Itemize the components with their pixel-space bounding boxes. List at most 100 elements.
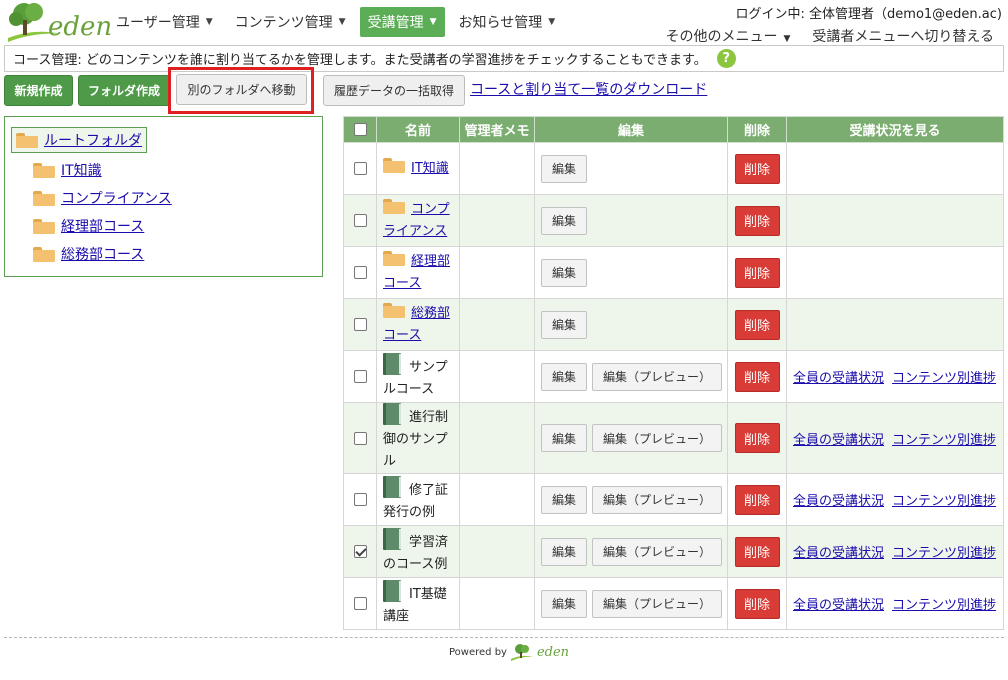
delete-button[interactable]: 削除 [734, 361, 780, 392]
per-content-progress-link[interactable]: コンテンツ別進捗 [892, 494, 996, 509]
memo-cell [459, 142, 535, 195]
memo-cell [459, 246, 535, 299]
delete-button[interactable]: 削除 [734, 536, 780, 567]
footer: Powered by eden [449, 640, 569, 664]
edit-preview-button[interactable]: 編集（プレビュー） [592, 589, 722, 618]
all-status-link[interactable]: 全員の受講状況 [793, 546, 884, 561]
table-row: 総務部コース 編集 削除 [343, 298, 1004, 351]
row-checkbox[interactable] [353, 493, 367, 506]
tree-item-label[interactable]: 経理部コース [61, 216, 144, 236]
edit-button[interactable]: 編集 [541, 310, 587, 339]
per-content-progress-link[interactable]: コンテンツ別進捗 [892, 371, 996, 386]
bulk-history-button[interactable]: 履歴データの一括取得 [323, 75, 465, 106]
edit-cell: 編集 [534, 298, 728, 351]
row-checkbox[interactable] [353, 266, 367, 279]
delete-button[interactable]: 削除 [734, 588, 780, 619]
row-checkbox[interactable] [353, 597, 367, 610]
edit-preview-button[interactable]: 編集（プレビュー） [592, 362, 722, 391]
item-name[interactable]: 総務部 [411, 306, 450, 321]
select-all-checkbox[interactable] [353, 123, 367, 136]
powered-by-text: Powered by [449, 646, 507, 658]
delete-cell: 削除 [727, 402, 787, 474]
row-checkbox[interactable] [353, 214, 367, 227]
status-cell: 全員の受講状況 コンテンツ別進捗 [786, 525, 1004, 578]
edit-preview-button[interactable]: 編集（プレビュー） [592, 537, 722, 566]
all-status-link[interactable]: 全員の受講状況 [793, 433, 884, 448]
nav-content-management[interactable]: コンテンツ管理 ▼ [227, 7, 354, 37]
edit-button[interactable]: 編集 [541, 485, 587, 514]
download-assignments-link[interactable]: コースと割り当て一覧のダウンロード [470, 79, 707, 99]
table-row: サンプ ルコース 編集 編集（プレビュー） 削除 全員の受講状況 コンテンツ別進捗 [343, 350, 1004, 403]
all-status-link[interactable]: 全員の受講状況 [793, 371, 884, 386]
all-status-link[interactable]: 全員の受講状況 [793, 494, 884, 509]
eden-logo[interactable]: eden [4, 2, 112, 42]
memo-header: 管理者メモ [459, 116, 535, 143]
main-nav: ユーザー管理 ▼ コンテンツ管理 ▼ 受講管理 ▼ お知らせ管理 ▼ [108, 7, 569, 37]
item-name[interactable]: ライアンス [383, 224, 447, 239]
delete-button[interactable]: 削除 [734, 423, 780, 453]
nav-course-management[interactable]: 受講管理 ▼ [359, 7, 445, 37]
tree-item[interactable]: IT知識 [33, 159, 102, 181]
new-button[interactable]: 新規作成 [4, 75, 73, 106]
item-name[interactable]: コース [383, 276, 421, 291]
row-checkbox[interactable] [353, 162, 367, 175]
tree-item[interactable]: コンプライアンス [33, 187, 172, 209]
edit-preview-button[interactable]: 編集（プレビュー） [592, 485, 722, 514]
tree-root-label[interactable]: ルートフォルダ [44, 130, 142, 150]
tree-item-label[interactable]: 総務部コース [61, 244, 144, 264]
all-status-link[interactable]: 全員の受講状況 [793, 598, 884, 613]
item-name[interactable]: IT知識 [411, 161, 449, 176]
info-text: コース管理: どのコンテンツを誰に割り当てるかを管理します。また受講者の学習進捗… [13, 53, 707, 68]
switch-to-learner-menu[interactable]: 受講者メニューへ切り替える [812, 26, 994, 46]
per-content-progress-link[interactable]: コンテンツ別進捗 [892, 598, 996, 613]
memo-cell [459, 525, 535, 578]
delete-button[interactable]: 削除 [734, 205, 780, 236]
delete-button[interactable]: 削除 [734, 309, 780, 340]
nav-user-management[interactable]: ユーザー管理 ▼ [108, 7, 221, 37]
tree-item-label[interactable]: IT知識 [61, 160, 102, 180]
edit-cell: 編集 編集（プレビュー） [534, 525, 728, 578]
nav-notice-management[interactable]: お知らせ管理 ▼ [451, 7, 564, 37]
row-checkbox[interactable] [353, 318, 367, 331]
name-cell: サンプ ルコース [376, 350, 460, 403]
row-select-cell [343, 402, 377, 474]
item-name[interactable]: コース [383, 328, 421, 343]
folder-icon [383, 157, 405, 173]
tree-item[interactable]: 経理部コース [33, 215, 144, 237]
help-icon[interactable]: ? [716, 49, 736, 68]
status-cell [786, 142, 1004, 195]
edit-button[interactable]: 編集 [541, 362, 587, 391]
memo-cell [459, 402, 535, 474]
edit-button[interactable]: 編集 [541, 537, 587, 566]
item-name[interactable]: 経理部 [411, 254, 450, 269]
edit-button[interactable]: 編集 [541, 206, 587, 235]
edit-preview-button[interactable]: 編集（プレビュー） [592, 424, 722, 452]
tree-item[interactable]: 総務部コース [33, 243, 144, 265]
edit-button[interactable]: 編集 [541, 154, 587, 183]
create-folder-button[interactable]: フォルダ作成 [78, 75, 170, 106]
edit-button[interactable]: 編集 [541, 589, 587, 618]
delete-cell: 削除 [727, 525, 787, 578]
delete-button[interactable]: 削除 [734, 153, 780, 184]
folder-icon [383, 250, 405, 266]
other-menu[interactable]: その他のメニュー ▼ [665, 26, 790, 46]
edit-button[interactable]: 編集 [541, 258, 587, 287]
caret-down-icon: ▼ [783, 34, 791, 44]
item-name[interactable]: コンプ [411, 202, 450, 217]
delete-button[interactable]: 削除 [734, 257, 780, 288]
per-content-progress-link[interactable]: コンテンツ別進捗 [892, 433, 996, 448]
row-checkbox[interactable] [353, 431, 367, 445]
edit-button[interactable]: 編集 [541, 424, 587, 452]
delete-button[interactable]: 削除 [734, 484, 780, 515]
row-select-cell [343, 246, 377, 299]
name-cell: 進行制 御のサンプル [376, 402, 460, 474]
delete-cell: 削除 [727, 350, 787, 403]
row-checkbox[interactable] [353, 370, 367, 383]
per-content-progress-link[interactable]: コンテンツ別進捗 [892, 546, 996, 561]
row-checkbox[interactable] [353, 545, 367, 558]
tree-item-label[interactable]: コンプライアンス [61, 188, 172, 208]
name-header: 名前 [376, 116, 460, 143]
course-book-icon [383, 527, 401, 550]
tree-root-folder[interactable]: ルートフォルダ [11, 127, 147, 153]
tree-logo-icon [510, 644, 533, 661]
